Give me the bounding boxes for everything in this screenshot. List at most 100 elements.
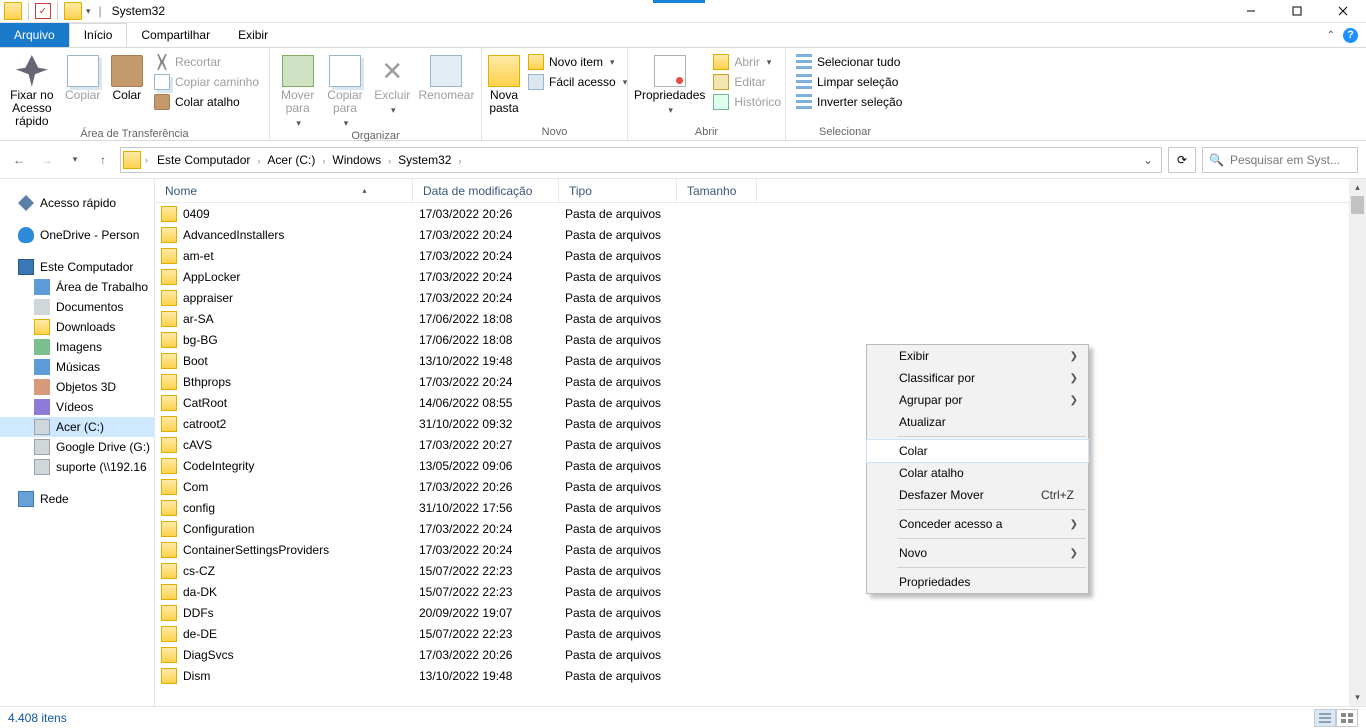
search-input[interactable]: 🔍 Pesquisar em Syst... — [1202, 147, 1358, 173]
qat-folder-icon[interactable] — [64, 2, 82, 20]
breadcrumb-item[interactable]: Este Computador — [152, 153, 255, 167]
column-type[interactable]: Tipo — [559, 179, 677, 202]
tab-file[interactable]: Arquivo — [0, 23, 69, 47]
context-item[interactable]: Novo❯ — [867, 542, 1088, 564]
tab-view[interactable]: Exibir — [224, 23, 282, 47]
chevron-right-icon[interactable]: › — [143, 155, 150, 165]
table-row[interactable]: cs-CZ15/07/2022 22:23Pasta de arquivos — [155, 560, 1366, 581]
tree-item[interactable]: Objetos 3D — [0, 377, 154, 397]
minimize-button[interactable] — [1228, 0, 1274, 23]
tab-share[interactable]: Compartilhar — [127, 23, 224, 47]
delete-button[interactable]: ✕Excluir▾ — [371, 51, 414, 117]
breadcrumb-item[interactable]: System32 — [393, 153, 456, 167]
context-item[interactable]: Colar atalho — [867, 462, 1088, 484]
tree-item[interactable]: Google Drive (G:) — [0, 437, 154, 457]
tree-item[interactable]: Downloads — [0, 317, 154, 337]
table-row[interactable]: Boot13/10/2022 19:48Pasta de arquivos — [155, 350, 1366, 371]
qat-dropdown-icon[interactable]: ▾ — [86, 6, 91, 17]
vertical-scrollbar[interactable]: ▴ ▾ — [1349, 179, 1366, 706]
nav-back-button[interactable]: ← — [8, 149, 30, 171]
chevron-right-icon[interactable]: › — [456, 156, 463, 166]
scroll-up-icon[interactable]: ▴ — [1349, 179, 1366, 196]
tab-home[interactable]: Início — [69, 23, 128, 47]
help-icon[interactable]: ? — [1343, 28, 1358, 43]
easy-access-button[interactable]: Fácil acesso▾ — [524, 73, 631, 91]
view-details-button[interactable] — [1314, 709, 1336, 727]
column-headers[interactable]: Nome▴ Data de modificação Tipo Tamanho — [155, 179, 1366, 203]
column-date[interactable]: Data de modificação — [413, 179, 559, 202]
table-row[interactable]: config31/10/2022 17:56Pasta de arquivos — [155, 497, 1366, 518]
tree-item[interactable]: Acer (C:) — [0, 417, 154, 437]
table-row[interactable]: bg-BG17/06/2022 18:08Pasta de arquivos — [155, 329, 1366, 350]
context-item[interactable]: Colar — [867, 440, 1088, 462]
invert-selection-button[interactable]: Inverter seleção — [792, 93, 906, 111]
context-item[interactable]: Propriedades — [867, 571, 1088, 593]
refresh-button[interactable]: ⟳ — [1168, 147, 1196, 173]
context-item[interactable]: Atualizar — [867, 411, 1088, 433]
history-button[interactable]: Histórico — [709, 93, 785, 111]
properties-button[interactable]: Propriedades▾ — [634, 51, 705, 117]
table-row[interactable]: da-DK15/07/2022 22:23Pasta de arquivos — [155, 581, 1366, 602]
view-large-icons-button[interactable] — [1336, 709, 1358, 727]
table-row[interactable]: Com17/03/2022 20:26Pasta de arquivos — [155, 476, 1366, 497]
table-row[interactable]: CodeIntegrity13/05/2022 09:06Pasta de ar… — [155, 455, 1366, 476]
address-bar[interactable]: › Este Computador›Acer (C:)›Windows›Syst… — [120, 147, 1162, 173]
context-item[interactable]: Desfazer MoverCtrl+Z — [867, 484, 1088, 506]
table-row[interactable]: am-et17/03/2022 20:24Pasta de arquivos — [155, 245, 1366, 266]
table-row[interactable]: catroot231/10/2022 09:32Pasta de arquivo… — [155, 413, 1366, 434]
breadcrumb-item[interactable]: Acer (C:) — [262, 153, 320, 167]
nav-up-button[interactable]: ↑ — [92, 149, 114, 171]
cut-button[interactable]: Recortar — [150, 53, 263, 71]
context-item[interactable]: Exibir❯ — [867, 345, 1088, 367]
table-row[interactable]: DDFs20/09/2022 19:07Pasta de arquivos — [155, 602, 1366, 623]
nav-forward-button[interactable]: → — [36, 149, 58, 171]
tree-item[interactable]: Músicas — [0, 357, 154, 377]
table-row[interactable]: appraiser17/03/2022 20:24Pasta de arquiv… — [155, 287, 1366, 308]
scroll-down-icon[interactable]: ▾ — [1349, 689, 1366, 706]
context-item[interactable]: Classificar por❯ — [867, 367, 1088, 389]
table-row[interactable]: cAVS17/03/2022 20:27Pasta de arquivos — [155, 434, 1366, 455]
table-row[interactable]: 040917/03/2022 20:26Pasta de arquivos — [155, 203, 1366, 224]
column-name[interactable]: Nome▴ — [155, 179, 413, 202]
paste-button[interactable]: Colar — [108, 51, 146, 102]
context-item[interactable]: Agrupar por❯ — [867, 389, 1088, 411]
address-dropdown-icon[interactable]: ⌄ — [1137, 153, 1159, 167]
copy-button[interactable]: Copiar — [62, 51, 104, 102]
new-item-button[interactable]: Novo item▾ — [524, 53, 631, 71]
table-row[interactable]: AppLocker17/03/2022 20:24Pasta de arquiv… — [155, 266, 1366, 287]
tree-onedrive[interactable]: OneDrive - Person — [0, 225, 154, 245]
tree-item[interactable]: Vídeos — [0, 397, 154, 417]
move-to-button[interactable]: Mover para▾ — [276, 51, 319, 130]
tree-item[interactable]: suporte (\\192.16 — [0, 457, 154, 477]
table-row[interactable]: DiagSvcs17/03/2022 20:26Pasta de arquivo… — [155, 644, 1366, 665]
ribbon-collapse-icon[interactable]: ⌃ — [1327, 30, 1335, 41]
copy-to-button[interactable]: Copiar para▾ — [323, 51, 366, 130]
scroll-thumb[interactable] — [1351, 196, 1364, 214]
table-row[interactable]: Dism13/10/2022 19:48Pasta de arquivos — [155, 665, 1366, 686]
pin-quick-access-button[interactable]: Fixar no Acesso rápido — [6, 51, 58, 128]
context-item[interactable]: Conceder acesso a❯ — [867, 513, 1088, 535]
table-row[interactable]: Configuration17/03/2022 20:24Pasta de ar… — [155, 518, 1366, 539]
open-button[interactable]: Abrir▾ — [709, 53, 785, 71]
maximize-button[interactable] — [1274, 0, 1320, 23]
edit-button[interactable]: Editar — [709, 73, 785, 91]
paste-shortcut-button[interactable]: Colar atalho — [150, 93, 263, 111]
tree-item[interactable]: Imagens — [0, 337, 154, 357]
close-button[interactable] — [1320, 0, 1366, 23]
new-folder-button[interactable]: Nova pasta — [488, 51, 520, 115]
tree-item[interactable]: Área de Trabalho — [0, 277, 154, 297]
tree-quick-access[interactable]: Acesso rápido — [0, 193, 154, 213]
file-list[interactable]: Nome▴ Data de modificação Tipo Tamanho 0… — [155, 179, 1366, 706]
table-row[interactable]: de-DE15/07/2022 22:23Pasta de arquivos — [155, 623, 1366, 644]
column-size[interactable]: Tamanho — [677, 179, 757, 202]
rename-button[interactable]: Renomear — [418, 51, 475, 102]
copy-path-button[interactable]: Copiar caminho — [150, 73, 263, 91]
tree-this-pc[interactable]: Este Computador — [0, 257, 154, 277]
table-row[interactable]: Bthprops17/03/2022 20:24Pasta de arquivo… — [155, 371, 1366, 392]
tree-network[interactable]: Rede — [0, 489, 154, 509]
select-none-button[interactable]: Limpar seleção — [792, 73, 906, 91]
breadcrumb-item[interactable]: Windows — [327, 153, 386, 167]
select-all-button[interactable]: Selecionar tudo — [792, 53, 906, 71]
tree-item[interactable]: Documentos — [0, 297, 154, 317]
table-row[interactable]: ar-SA17/06/2022 18:08Pasta de arquivos — [155, 308, 1366, 329]
